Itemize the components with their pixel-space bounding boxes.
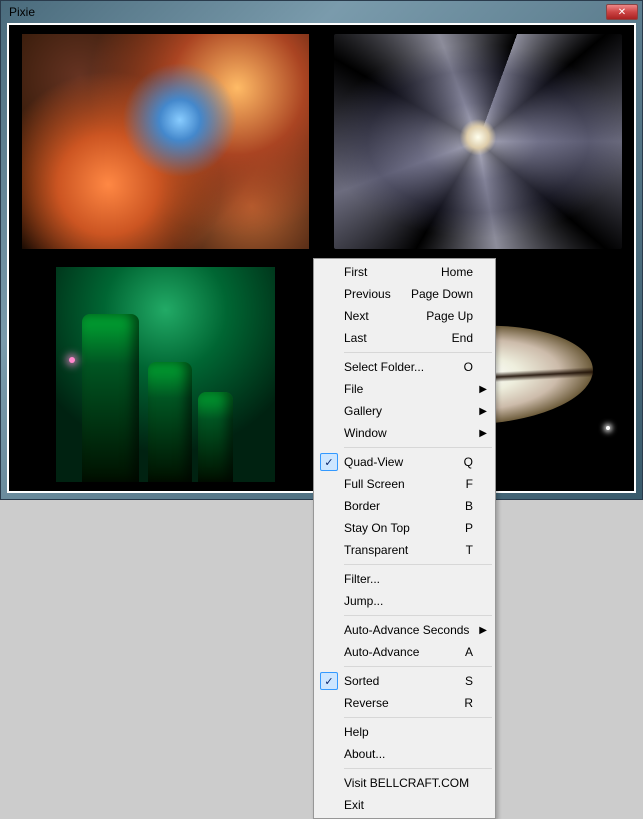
menu-item-shortcut: R — [452, 696, 473, 710]
image-thumbnail — [334, 34, 622, 248]
menu-item-label: Help — [344, 725, 473, 739]
menu-item-shortcut: F — [454, 477, 473, 491]
menu-separator — [344, 352, 492, 353]
menu-item-label: Border — [344, 499, 453, 513]
context-menu[interactable]: FirstHomePreviousPage DownNextPage UpLas… — [313, 258, 496, 819]
check-icon: ✓ — [320, 672, 338, 690]
menu-item-select-folder[interactable]: Select Folder...O — [316, 356, 493, 378]
menu-item-label: File — [344, 382, 473, 396]
menu-item-previous[interactable]: PreviousPage Down — [316, 283, 493, 305]
menu-item-label: Filter... — [344, 572, 473, 586]
menu-item-label: Sorted — [344, 674, 453, 688]
menu-item-border[interactable]: BorderB — [316, 495, 493, 517]
menu-item-shortcut: O — [452, 360, 473, 374]
quad-top-left[interactable] — [9, 25, 322, 258]
menu-separator — [344, 666, 492, 667]
menu-item-auto-advance[interactable]: Auto-AdvanceA — [316, 641, 493, 663]
menu-item-label: Window — [344, 426, 473, 440]
menu-item-visit-bellcraft-com[interactable]: Visit BELLCRAFT.COM — [316, 772, 493, 794]
menu-item-label: First — [344, 265, 429, 279]
menu-item-full-screen[interactable]: Full ScreenF — [316, 473, 493, 495]
menu-separator — [344, 717, 492, 718]
menu-item-shortcut: End — [440, 331, 473, 345]
window-title: Pixie — [5, 5, 606, 19]
quad-bottom-left[interactable] — [9, 258, 322, 491]
menu-item-first[interactable]: FirstHome — [316, 261, 493, 283]
menu-item-label: Stay On Top — [344, 521, 453, 535]
menu-item-label: Full Screen — [344, 477, 454, 491]
menu-item-stay-on-top[interactable]: Stay On TopP — [316, 517, 493, 539]
menu-item-label: Auto-Advance — [344, 645, 453, 659]
check-icon: ✓ — [320, 453, 338, 471]
menu-item-label: Last — [344, 331, 440, 345]
chevron-right-icon: ▶ — [479, 384, 487, 395]
menu-item-label: Previous — [344, 287, 399, 301]
menu-item-shortcut: Page Up — [414, 309, 473, 323]
menu-item-window[interactable]: Window ▶ — [316, 422, 493, 444]
menu-item-label: About... — [344, 747, 473, 761]
chevron-right-icon: ▶ — [479, 428, 487, 439]
menu-item-filter[interactable]: Filter... — [316, 568, 493, 590]
menu-item-auto-advance-seconds[interactable]: Auto-Advance Seconds ▶ — [316, 619, 493, 641]
menu-item-label: Gallery — [344, 404, 473, 418]
menu-item-label: Jump... — [344, 594, 473, 608]
menu-item-about[interactable]: About... — [316, 743, 493, 765]
menu-item-gallery[interactable]: Gallery ▶ — [316, 400, 493, 422]
menu-separator — [344, 615, 492, 616]
image-thumbnail — [56, 267, 275, 481]
image-thumbnail — [22, 34, 310, 248]
menu-item-last[interactable]: LastEnd — [316, 327, 493, 349]
menu-item-label: Reverse — [344, 696, 452, 710]
menu-item-file[interactable]: File ▶ — [316, 378, 493, 400]
menu-separator — [344, 768, 492, 769]
menu-separator — [344, 564, 492, 565]
menu-item-shortcut: Home — [429, 265, 473, 279]
menu-item-reverse[interactable]: ReverseR — [316, 692, 493, 714]
chevron-right-icon: ▶ — [479, 625, 487, 636]
menu-item-label: Auto-Advance Seconds — [344, 623, 473, 637]
close-icon: ✕ — [618, 7, 626, 18]
menu-item-shortcut: P — [453, 521, 473, 535]
menu-item-label: Quad-View — [344, 455, 452, 469]
titlebar[interactable]: Pixie ✕ — [1, 1, 642, 23]
close-button[interactable]: ✕ — [606, 4, 638, 20]
menu-item-shortcut: Q — [452, 455, 473, 469]
menu-item-shortcut: A — [453, 645, 473, 659]
menu-item-shortcut: Page Down — [399, 287, 473, 301]
menu-item-shortcut: S — [453, 674, 473, 688]
menu-item-label: Transparent — [344, 543, 454, 557]
menu-item-help[interactable]: Help — [316, 721, 493, 743]
menu-item-shortcut: B — [453, 499, 473, 513]
menu-item-quad-view[interactable]: ✓ Quad-ViewQ — [316, 451, 493, 473]
menu-separator — [344, 447, 492, 448]
menu-item-sorted[interactable]: ✓ SortedS — [316, 670, 493, 692]
menu-item-jump[interactable]: Jump... — [316, 590, 493, 612]
menu-item-label: Select Folder... — [344, 360, 452, 374]
menu-item-label: Next — [344, 309, 414, 323]
menu-item-next[interactable]: NextPage Up — [316, 305, 493, 327]
chevron-right-icon: ▶ — [479, 406, 487, 417]
menu-item-exit[interactable]: Exit — [316, 794, 493, 816]
menu-item-shortcut: T — [454, 543, 473, 557]
quad-top-right[interactable] — [322, 25, 635, 258]
menu-item-transparent[interactable]: TransparentT — [316, 539, 493, 561]
menu-item-label: Visit BELLCRAFT.COM — [344, 776, 473, 790]
